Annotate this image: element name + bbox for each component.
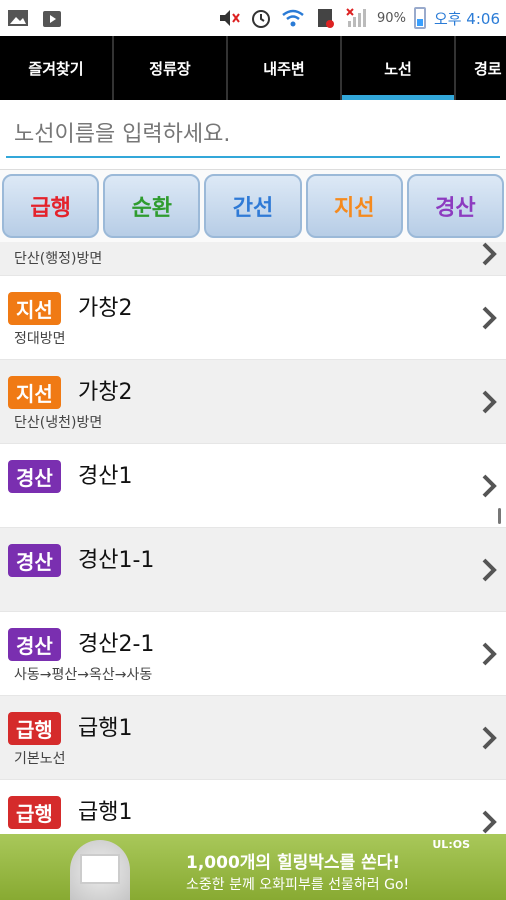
route-direction: 단산(냉천)방면 <box>14 415 103 431</box>
route-name: 가창2 <box>78 296 133 321</box>
signal-icon <box>346 8 367 27</box>
route-direction: 기본노선 <box>14 751 66 767</box>
route-name: 급행1 <box>78 800 133 825</box>
route-type-filters: 급행 순환 간선 지선 경산 <box>0 170 506 242</box>
chevron-right-icon <box>482 642 497 666</box>
ad-subline: 소중한 분께 오화피부를 선물하러 Go! <box>186 877 410 893</box>
route-row[interactable]: 단산(행정)방면 <box>0 242 506 276</box>
filter-circular-button[interactable]: 순환 <box>103 174 201 238</box>
route-row[interactable]: 급행 급행1 기본노선 <box>0 696 506 780</box>
filter-express-button[interactable]: 급행 <box>2 174 100 238</box>
route-direction: 사동→평산→옥산→사동 <box>14 667 153 683</box>
wifi-icon <box>282 9 304 27</box>
route-row[interactable]: 지선 가창2 단산(냉천)방면 <box>0 360 506 444</box>
route-type-badge: 지선 <box>8 292 61 325</box>
route-direction: 정대방면 <box>14 331 66 347</box>
route-name: 급행1 <box>78 716 133 741</box>
route-row[interactable]: 지선 가창2 정대방면 <box>0 276 506 360</box>
tab-nearby[interactable]: 내주변 <box>228 36 342 100</box>
search-area <box>0 100 506 170</box>
chevron-right-icon <box>482 242 497 266</box>
ad-banner[interactable]: UL:OS 1,000개의 힐링박스를 쏜다! 소중한 분께 오화피부를 선물하… <box>0 834 506 900</box>
list-scroll-indicator[interactable] <box>498 508 501 524</box>
route-type-badge: 급행 <box>8 712 61 745</box>
chevron-right-icon <box>482 726 497 750</box>
chevron-right-icon <box>482 810 497 834</box>
mute-icon <box>220 10 240 26</box>
route-direction: 단산(행정)방면 <box>14 251 103 267</box>
chevron-right-icon <box>482 474 497 498</box>
status-bar: 90% 오후 4:06 <box>0 0 506 36</box>
chevron-right-icon <box>482 306 497 330</box>
route-name: 경산1-1 <box>78 548 155 573</box>
ad-gift-box-image <box>80 854 120 884</box>
route-name: 경산2-1 <box>78 632 155 657</box>
alarm-icon <box>252 10 271 28</box>
route-type-badge: 지선 <box>8 376 61 409</box>
ad-brand-logo: UL:OS <box>432 838 470 851</box>
play-store-icon <box>43 11 61 27</box>
route-row[interactable]: 경산 경산1-1 <box>0 528 506 612</box>
tab-path[interactable]: 경로 <box>456 36 506 100</box>
route-row[interactable]: 급행 급행1 <box>0 780 506 834</box>
ad-headline: 1,000개의 힐링박스를 쏜다! <box>186 853 401 873</box>
route-type-badge: 경산 <box>8 628 61 661</box>
tab-favorites[interactable]: 즐겨찾기 <box>0 36 114 100</box>
chevron-right-icon <box>482 558 497 582</box>
battery-icon <box>413 7 426 29</box>
route-name: 경산1 <box>78 464 133 489</box>
filter-branch-button[interactable]: 지선 <box>305 174 403 238</box>
route-search-input[interactable] <box>6 112 500 158</box>
battery-percent: 90% <box>377 10 406 26</box>
route-type-badge: 경산 <box>8 460 61 493</box>
filter-trunk-button[interactable]: 간선 <box>204 174 302 238</box>
clock: 오후 4:06 <box>433 9 500 28</box>
filter-gyeongsan-button[interactable]: 경산 <box>406 174 505 238</box>
route-list: 단산(행정)방면 지선 가창2 정대방면 지선 가창2 단산(냉천)방면 경산 … <box>0 242 506 834</box>
image-icon <box>8 10 28 26</box>
tab-routes[interactable]: 노선 <box>342 36 456 100</box>
route-type-badge: 경산 <box>8 544 61 577</box>
route-row[interactable]: 경산 경산2-1 사동→평산→옥산→사동 <box>0 612 506 696</box>
route-row[interactable]: 경산 경산1 <box>0 444 506 528</box>
chevron-right-icon <box>482 390 497 414</box>
route-type-badge: 급행 <box>8 796 61 829</box>
tab-stops[interactable]: 정류장 <box>114 36 228 100</box>
tab-bar: 즐겨찾기 정류장 내주변 노선 경로 <box>0 36 506 100</box>
sim-icon <box>318 9 335 28</box>
route-name: 가창2 <box>78 380 133 405</box>
